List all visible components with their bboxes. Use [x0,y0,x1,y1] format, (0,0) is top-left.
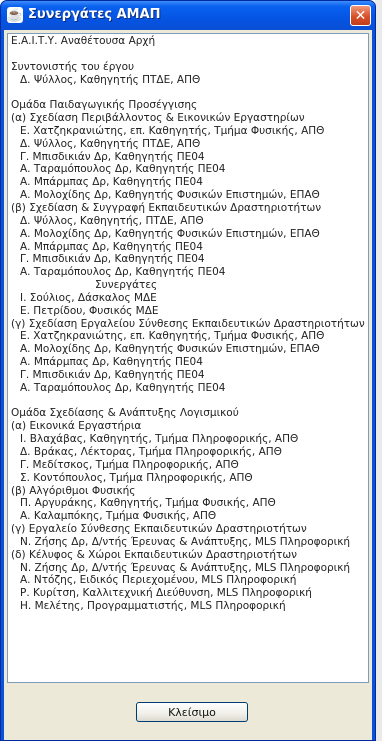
credits-line: Α. Ταραμόπουλος Δρ, Καθηγητής ΠΕ04 [20,266,226,279]
credits-line: Ομάδα Σχεδίασης & Ανάπτυξης Λογισμικού [11,407,239,420]
credits-line: Ε. Χατζηκρανιώτης, επ. Καθηγητής, Τμήμα … [20,330,325,343]
credits-line: Γ. Μπισδικιάν Δρ, Καθηγητής ΠΕ04 [20,253,205,266]
credits-line: Α. Μολοχίδης Δρ, Καθηγητής Φυσικών Επιστ… [20,343,320,356]
credits-line: Α. Μπάρμπας Δρ, Καθηγητής ΠΕ04 [20,240,203,253]
credits-line: Γ. Μπισδικιάν Δρ, Καθηγητής ΠΕ04 [20,368,205,381]
credits-line: Α. Μπάρμπας Δρ, Καθηγητής ΠΕ04 [20,356,203,369]
credits-line: (α) Σχεδίαση Περιβάλλοντος & Εικονικών Ε… [11,112,305,125]
credits-line: (β) Αλγόριθμοι Φυσικής [11,484,136,497]
credits-line: (γ) Εργαλείο Σύνθεσης Εκπαιδευτικών Δρασ… [11,523,307,536]
credits-line: Ν. Ζήσης Δρ, Δ/ντής Έρευνας & Ανάπτυξης,… [20,535,351,548]
credits-line: Α. Μολοχίδης Δρ, Καθηγητής Φυσικών Επιστ… [20,227,320,240]
credits-line: Σ. Κοντόπουλος, Τμήμα Πληροφορικής, ΑΠΘ [20,471,253,484]
credits-line: Δ. Βράκας, Λέκτορας, Τμήμα Πληροφορικής,… [20,446,282,458]
credits-text-area[interactable]: Ε.Α.Ι.Τ.Υ. Αναθέτουσα Αρχή Συντονιστής το… [7,33,369,683]
window-title: Συνεργάτες ΑΜΑΠ [28,7,161,22]
credits-line: Η. Μελέτης, Προγραμματιστής, MLS Πληροφο… [20,600,286,613]
credits-line: Γ. Μπισδικιάν Δρ, Καθηγητής ΠΕ04 [20,150,205,163]
dialog-window: ☕ Συνεργάτες ΑΜΑΠ ✕ Ε.Α.Ι.Τ.Υ. Αναθέτουσ… [0,0,376,741]
credits-line: Γ. Μεδίτσκος, Τμήμα Πληροφορικής, ΑΠΘ [20,458,239,471]
credits-line: (α) Εικονικά Εργαστήρια [11,420,142,433]
credits-line: Π. Αργυράκης, Καθηγητής, Τμήμα Φυσικής, … [20,497,276,510]
credits-line: Α. Καλαμπόκης, Τμήμα Φυσικής, ΑΠΘ [20,510,217,523]
credits-line: (β) Σχεδίαση & Συγγραφή Εκπαιδευτικών Δρ… [11,201,322,214]
credits-line: Συντονιστής του έργου [11,60,135,73]
credits-line: Ε. Χατζηκρανιώτης, επ. Καθηγητής, Τμήμα … [20,124,325,137]
credits-line: Δ. Ψύλλος, Καθηγητής, ΠΤΔΕ, ΑΠΘ [20,214,204,227]
credits-line: Συνεργάτες [95,279,158,292]
background-window-edge [375,0,382,741]
title-bar[interactable]: ☕ Συνεργάτες ΑΜΑΠ ✕ [1,1,375,30]
credits-line: Ι. Βλαχάβας, Καθηγητής, Τμήμα Πληροφορικ… [20,433,299,446]
credits-line: Α. Ταραμόπουλος Δρ, Καθηγητής ΠΕ04 [20,381,226,394]
credits-line: Ε. Πετρίδου, Φυσικός ΜΔΕ [20,304,159,317]
credits-line: Ομάδα Παιδαγωγικής Προσέγγισης [11,99,198,112]
window-close-button[interactable]: ✕ [350,5,371,26]
close-button[interactable]: Κλείσιμο [136,702,248,722]
credits-line: Δ. Ψύλλος, Καθηγητής ΠΤΔΕ, ΑΠΘ [20,137,201,150]
credits-line: Α. Ντόζης, Ειδικός Περιεχομένου, MLS Πλη… [20,574,297,587]
dialog-client-area: Ε.Α.Ι.Τ.Υ. Αναθέτουσα Αρχή Συντονιστής το… [4,30,372,740]
credits-line: Α. Ταραμόπουλος Δρ, Καθηγητής ΠΕ04 [20,163,226,176]
credits-line: Α. Μολοχίδης Δρ, Καθηγητής Φυσικών Επιστ… [20,189,320,202]
credits-line: (δ) Κέλυφος & Χώροι Εκπαιδευτικών Δραστη… [11,548,297,561]
credits-line: Α. Μπάρμπας Δρ, Καθηγητής ΠΕ04 [20,176,203,189]
credits-line: Ε.Α.Ι.Τ.Υ. Αναθέτουσα Αρχή [11,35,156,47]
credits-line: Ρ. Κυρίτση, Καλλιτεχνική Διεύθυνση, MLS … [20,587,312,600]
credits-line: (γ) Σχεδίαση Εργαλείου Σύνθεσης Εκπαιδευ… [11,317,365,330]
credits-line: Ι. Σούλιος, Δάσκαλος ΜΔΕ [20,291,157,304]
credits-line: Ν. Ζήσης Δρ, Δ/ντής Έρευνας & Ανάπτυξης,… [20,561,351,574]
credits-line: Δ. Ψύλλος, Καθηγητής ΠΤΔΕ, ΑΠΘ [20,73,201,86]
java-cup-icon: ☕ [6,7,24,23]
